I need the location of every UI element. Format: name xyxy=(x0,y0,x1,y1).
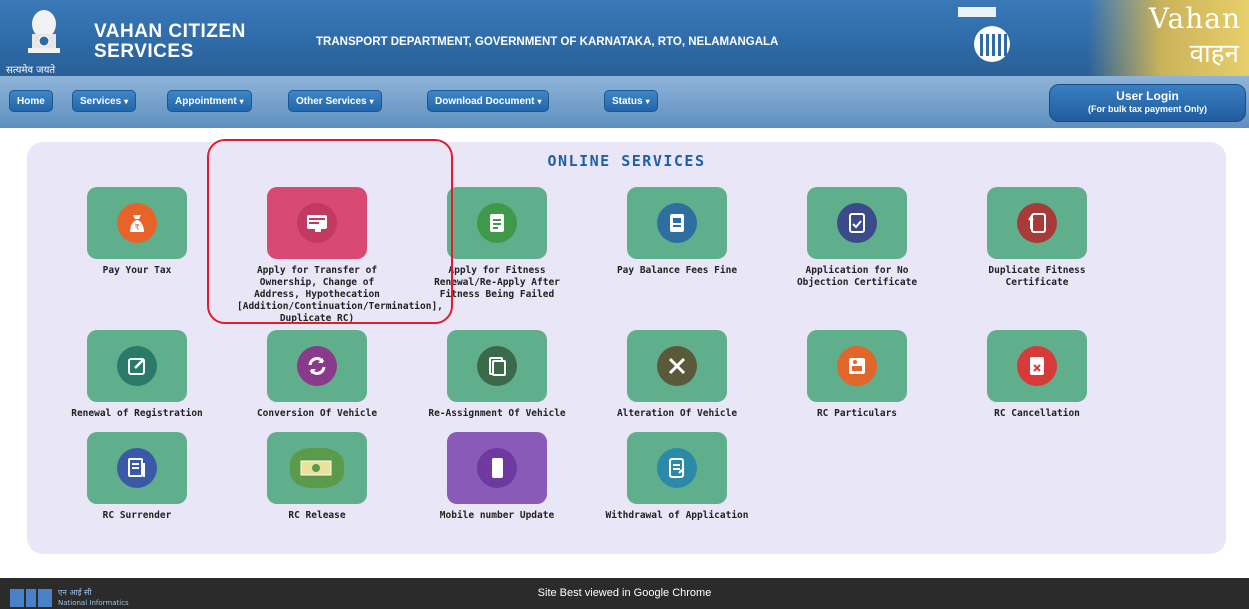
service-tile-label: Withdrawal of Application xyxy=(605,510,749,521)
mobile-phone-icon xyxy=(477,448,517,488)
service-tile-label: RC Cancellation xyxy=(994,408,1080,419)
national-emblem-icon xyxy=(28,10,60,53)
money-notes-icon xyxy=(290,448,344,488)
service-tile-reassignment[interactable]: Re-Assignment Of Vehicle xyxy=(417,330,577,420)
service-tile-label: Application for No Objection Certificate xyxy=(796,265,918,288)
service-tile-label: Pay Balance Fees Fine xyxy=(616,265,738,276)
service-tile-icon-box xyxy=(987,187,1087,259)
emblem-caption: सत्यमेव जयते xyxy=(6,65,56,76)
service-tile-label: Renewal of Registration xyxy=(71,408,203,419)
edit-form-icon xyxy=(117,346,157,386)
page-root: सत्यमेव जयते VAHAN CITIZEN SERVICES TRAN… xyxy=(0,0,1249,609)
service-tile-icon-box xyxy=(807,187,907,259)
cancel-document-icon xyxy=(1017,346,1057,386)
document-icon xyxy=(477,203,517,243)
svg-text:₹: ₹ xyxy=(134,223,139,232)
service-tile-icon-box xyxy=(267,432,367,504)
service-tile-label: Conversion Of Vehicle xyxy=(256,408,378,419)
site-brand[interactable]: VAHAN CITIZEN SERVICES xyxy=(94,22,246,62)
receipt-icon xyxy=(657,203,697,243)
money-bag-icon: ₹ xyxy=(117,203,157,243)
service-tile-icon-box xyxy=(87,432,187,504)
service-tile-label: RC Surrender xyxy=(102,510,172,521)
rc-card-icon xyxy=(837,346,877,386)
brand-line-1: VAHAN CITIZEN xyxy=(94,21,246,42)
user-login-button[interactable]: User Login (For bulk tax payment Only) xyxy=(1049,84,1246,122)
service-tile-label: Duplicate Fitness Certificate xyxy=(988,265,1086,288)
main-navbar: Home Services ▾ Appointment ▾ Other Servic… xyxy=(0,76,1249,128)
chevron-down-icon: ▾ xyxy=(645,97,650,106)
brand-line-2: SERVICES xyxy=(94,41,194,62)
service-tile-mobile-update[interactable]: Mobile number Update xyxy=(417,432,577,522)
highlight-box xyxy=(207,139,453,324)
service-tile-icon-box xyxy=(87,330,187,402)
certificate-check-icon xyxy=(837,203,877,243)
service-tile-noc[interactable]: Application for No Objection Certificate xyxy=(777,187,937,289)
service-tile-icon-box xyxy=(447,330,547,402)
nav-download-document[interactable]: Download Document ▾ xyxy=(427,90,550,112)
nav-services[interactable]: Services ▾ xyxy=(72,90,137,112)
service-tile-icon-box xyxy=(627,187,727,259)
service-tile-icon-box xyxy=(807,330,907,402)
service-tile-pay-your-tax[interactable]: ₹ Pay Your Tax xyxy=(57,187,217,277)
service-tile-label: Mobile number Update xyxy=(439,510,555,521)
withdraw-document-icon xyxy=(657,448,697,488)
nav-other-services[interactable]: Other Services ▾ xyxy=(288,90,382,112)
service-tile-renewal-registration[interactable]: Renewal of Registration xyxy=(57,330,217,420)
service-tile-label: RC Particulars xyxy=(816,408,898,419)
surrender-document-icon xyxy=(117,448,157,488)
service-tile-rc-release[interactable]: RC Release xyxy=(237,432,397,522)
site-header: सत्यमेव जयते VAHAN CITIZEN SERVICES TRAN… xyxy=(0,0,1249,76)
chevron-down-icon: ▾ xyxy=(239,97,244,106)
chevron-down-icon: ▾ xyxy=(369,97,374,106)
service-tile-alteration[interactable]: Alteration Of Vehicle xyxy=(597,330,757,420)
vahan-logo-text: Vahan xyxy=(1148,2,1241,35)
footer-message: Site Best viewed in Google Chrome xyxy=(537,587,712,599)
service-tile-icon-box xyxy=(627,330,727,402)
nav-download-document-label: Download Document xyxy=(435,96,535,107)
user-login-label: User Login xyxy=(1116,89,1179,103)
nic-english-text: National Informatics xyxy=(58,599,129,607)
nav-home[interactable]: Home xyxy=(9,90,53,112)
service-tile-pay-balance-fees[interactable]: Pay Balance Fees Fine xyxy=(597,187,757,277)
nav-other-services-label: Other Services xyxy=(296,96,367,107)
service-tile-icon-box xyxy=(447,432,547,504)
service-tile-rc-particulars[interactable]: RC Particulars xyxy=(777,330,937,420)
service-tile-icon-box xyxy=(627,432,727,504)
user-login-sublabel: (For bulk tax payment Only) xyxy=(1087,104,1208,114)
nav-status-label: Status xyxy=(612,96,643,107)
service-tile-icon-box xyxy=(987,330,1087,402)
nav-appointment[interactable]: Appointment ▾ xyxy=(167,90,252,112)
service-tile-rc-surrender[interactable]: RC Surrender xyxy=(57,432,217,522)
nav-services-label: Services xyxy=(80,96,122,107)
site-footer: एन आई सी National Informatics Site Best … xyxy=(0,578,1249,609)
service-tile-withdrawal[interactable]: Withdrawal of Application xyxy=(597,432,757,522)
nav-appointment-label: Appointment xyxy=(175,96,237,107)
nav-home-label: Home xyxy=(17,96,45,107)
vahan-logo-script: वाहन xyxy=(1189,39,1239,69)
service-tile-label: Alteration Of Vehicle xyxy=(616,408,738,419)
service-tile-label: Re-Assignment Of Vehicle xyxy=(428,408,566,419)
service-tile-icon-box xyxy=(447,187,547,259)
service-tile-icon-box: ₹ xyxy=(87,187,187,259)
department-title: TRANSPORT DEPARTMENT, GOVERNMENT OF KARN… xyxy=(316,36,779,48)
service-tile-label: RC Release xyxy=(288,510,346,521)
service-tile-conversion[interactable]: Conversion Of Vehicle xyxy=(237,330,397,420)
service-tile-label: Pay Your Tax xyxy=(102,265,172,276)
chevron-down-icon: ▾ xyxy=(537,97,542,106)
nav-status[interactable]: Status ▾ xyxy=(604,90,658,112)
reassign-document-icon xyxy=(477,346,517,386)
transport-department-logo-icon xyxy=(958,7,1010,62)
service-tile-rc-cancellation[interactable]: RC Cancellation xyxy=(957,330,1117,420)
refresh-icon xyxy=(297,346,337,386)
service-tile-duplicate-fitness[interactable]: Duplicate Fitness Certificate xyxy=(957,187,1117,289)
service-tile-icon-box xyxy=(267,330,367,402)
tools-icon xyxy=(657,346,697,386)
chevron-down-icon: ▾ xyxy=(124,97,129,106)
fitness-certificate-icon xyxy=(1017,203,1057,243)
vahan-logo: Vahan वाहन xyxy=(1088,0,1249,76)
